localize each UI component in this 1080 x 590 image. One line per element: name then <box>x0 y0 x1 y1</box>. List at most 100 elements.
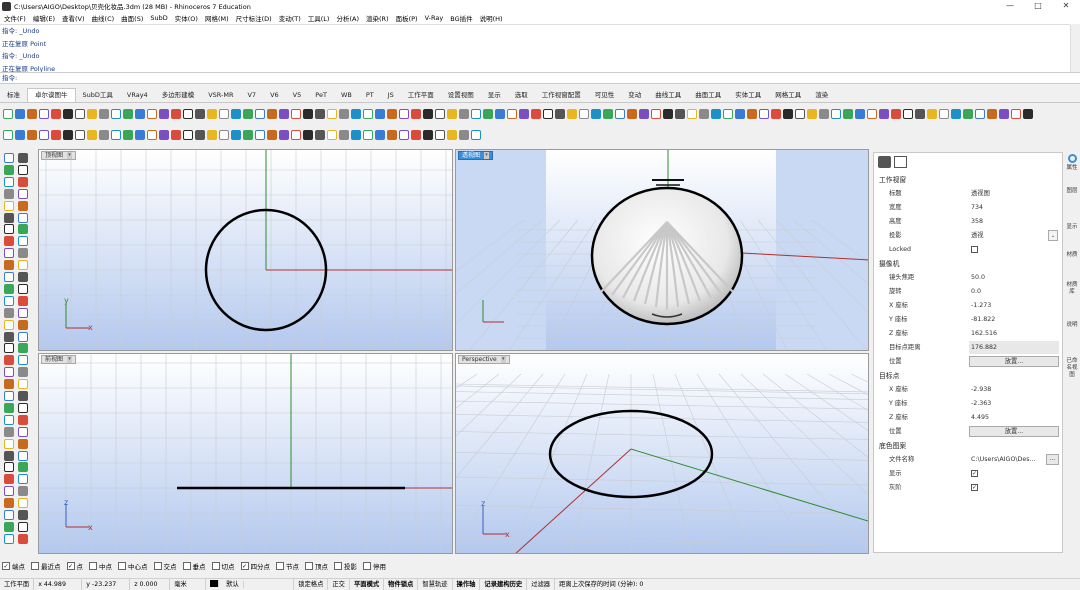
toolbar-tool-icon[interactable] <box>807 108 817 119</box>
toolbar-tool-icon[interactable] <box>675 108 685 119</box>
toolbar-tool-icon[interactable] <box>195 108 205 119</box>
toolbar-tool-icon[interactable] <box>135 129 145 140</box>
osnap-option[interactable]: 投影 <box>334 561 357 571</box>
osnap-checkbox[interactable] <box>118 562 126 570</box>
toolbar-tool-icon[interactable] <box>159 129 169 140</box>
toolbar-tool-icon[interactable] <box>471 129 481 140</box>
toolbar-tool-icon[interactable] <box>435 108 445 119</box>
toolbar-tool-icon[interactable] <box>435 129 445 140</box>
status-filter[interactable]: 过滤器 <box>527 578 556 590</box>
left-tool-icon[interactable] <box>4 521 14 532</box>
toolbar-tool-icon[interactable] <box>711 108 721 119</box>
properties-tab[interactable]: 属性 <box>1066 154 1078 172</box>
viewport-perspective[interactable]: z x Perspective ▾ <box>455 353 869 554</box>
left-tool-icon[interactable] <box>18 474 28 485</box>
left-tool-icon[interactable] <box>4 319 14 330</box>
left-tool-icon[interactable] <box>18 510 28 520</box>
left-tool-icon[interactable] <box>18 438 28 449</box>
menu-file[interactable]: 文件(F) <box>4 13 26 23</box>
minimize-button[interactable]: — <box>996 0 1024 12</box>
left-tool-icon[interactable] <box>18 295 28 306</box>
left-tool-icon[interactable] <box>18 272 28 282</box>
osnap-option[interactable]: 中心点 <box>118 561 148 571</box>
menu-help[interactable]: 说明(H) <box>480 13 503 23</box>
left-tool-icon[interactable] <box>4 533 14 544</box>
tab-solid-tools[interactable]: 实体工具 <box>728 89 768 102</box>
osnap-option[interactable]: 交点 <box>153 561 177 571</box>
toolbar-tool-icon[interactable] <box>111 108 121 119</box>
toolbar-tool-icon[interactable] <box>999 108 1009 119</box>
toolbar-tool-icon[interactable] <box>183 129 193 140</box>
toolbar-tool-icon[interactable] <box>315 129 325 140</box>
tab-v7[interactable]: V7 <box>240 89 263 102</box>
menu-edit[interactable]: 编辑(E) <box>33 13 55 23</box>
target-place-button[interactable]: 放置... <box>969 426 1059 437</box>
camera-icon[interactable] <box>878 156 891 168</box>
left-tool-icon[interactable] <box>4 402 14 413</box>
toolbar-tool-icon[interactable] <box>327 108 337 119</box>
osnap-option[interactable]: 切点 <box>211 561 235 571</box>
status-osnap[interactable]: 物件锁点 <box>384 578 419 590</box>
help-tab[interactable]: 说明 <box>1066 322 1078 329</box>
left-tool-icon[interactable] <box>18 426 28 437</box>
toolbar-tool-icon[interactable] <box>207 129 217 140</box>
toolbar-tool-icon[interactable] <box>375 129 385 140</box>
left-tool-icon[interactable] <box>18 379 28 390</box>
tab-select[interactable]: 选取 <box>508 89 535 102</box>
left-tool-icon[interactable] <box>18 367 28 378</box>
status-grid-snap[interactable]: 锁定格点 <box>294 578 329 590</box>
toolbar-tool-icon[interactable] <box>387 129 397 140</box>
tab-mesh-tools[interactable]: 网格工具 <box>768 89 808 102</box>
toolbar-tool-icon[interactable] <box>843 108 853 119</box>
toolbar-tool-icon[interactable] <box>963 108 973 119</box>
left-tool-icon[interactable] <box>18 402 28 413</box>
toolbar-tool-icon[interactable] <box>939 108 949 119</box>
viewport-front-label[interactable]: 前视图 ▾ <box>41 355 77 364</box>
toolbar-tool-icon[interactable] <box>15 108 25 119</box>
menu-bg-plugin[interactable]: BG插件 <box>450 13 472 23</box>
osnap-checkbox[interactable] <box>182 562 191 570</box>
osnap-checkbox[interactable]: ✓ <box>2 562 10 570</box>
left-tool-icon[interactable] <box>18 521 28 532</box>
command-history-scrollbar[interactable] <box>1070 25 1080 73</box>
toolbar-tool-icon[interactable] <box>315 108 325 119</box>
left-tool-icon[interactable] <box>18 236 28 247</box>
left-tool-icon[interactable] <box>18 176 28 187</box>
toolbar-tool-icon[interactable] <box>63 129 73 140</box>
left-tool-icon[interactable] <box>4 200 14 211</box>
toolbar-tool-icon[interactable] <box>867 108 877 119</box>
toolbar-tool-icon[interactable] <box>387 108 397 119</box>
left-tool-icon[interactable] <box>18 462 28 473</box>
toolbar-tool-icon[interactable] <box>15 129 25 140</box>
left-tool-icon[interactable] <box>4 212 14 223</box>
tab-surface-tools[interactable]: 曲面工具 <box>688 89 728 102</box>
tab-visibility[interactable]: 可见性 <box>588 89 622 102</box>
osnap-checkbox[interactable] <box>31 562 39 570</box>
toolbar-tool-icon[interactable] <box>1023 108 1033 119</box>
toolbar-tool-icon[interactable] <box>231 129 241 140</box>
menu-mesh[interactable]: 网格(M) <box>205 13 229 23</box>
osnap-checkbox[interactable] <box>363 562 371 570</box>
toolbar-tool-icon[interactable] <box>411 129 421 140</box>
menu-solid[interactable]: 实体(O) <box>175 13 198 23</box>
toolbar-tool-icon[interactable] <box>423 129 433 140</box>
toolbar-tool-icon[interactable] <box>723 108 733 119</box>
left-tool-icon[interactable] <box>4 236 14 247</box>
left-tool-icon[interactable] <box>4 176 14 187</box>
toolbar-tool-icon[interactable] <box>75 108 85 119</box>
menu-curve[interactable]: 曲线(C) <box>92 13 115 23</box>
tab-curve-tools[interactable]: 曲线工具 <box>648 89 688 102</box>
toolbar-tool-icon[interactable] <box>603 108 613 119</box>
toolbar-tool-icon[interactable] <box>447 108 457 119</box>
tab-poly-modeling[interactable]: 多边形建模 <box>155 89 202 102</box>
toolbar-tool-icon[interactable] <box>399 108 409 119</box>
tab-viewport-layout[interactable]: 工作视窗配置 <box>535 89 588 102</box>
menu-tools[interactable]: 工具(L) <box>308 13 330 23</box>
toolbar-tool-icon[interactable] <box>87 108 97 119</box>
toolbar-tool-icon[interactable] <box>39 108 49 119</box>
osnap-checkbox[interactable]: ✓ <box>66 562 75 570</box>
menu-transform[interactable]: 变动(T) <box>279 13 301 23</box>
toolbar-tool-icon[interactable] <box>51 108 61 119</box>
toolbar-tool-icon[interactable] <box>579 108 589 119</box>
toolbar-tool-icon[interactable] <box>399 129 409 140</box>
